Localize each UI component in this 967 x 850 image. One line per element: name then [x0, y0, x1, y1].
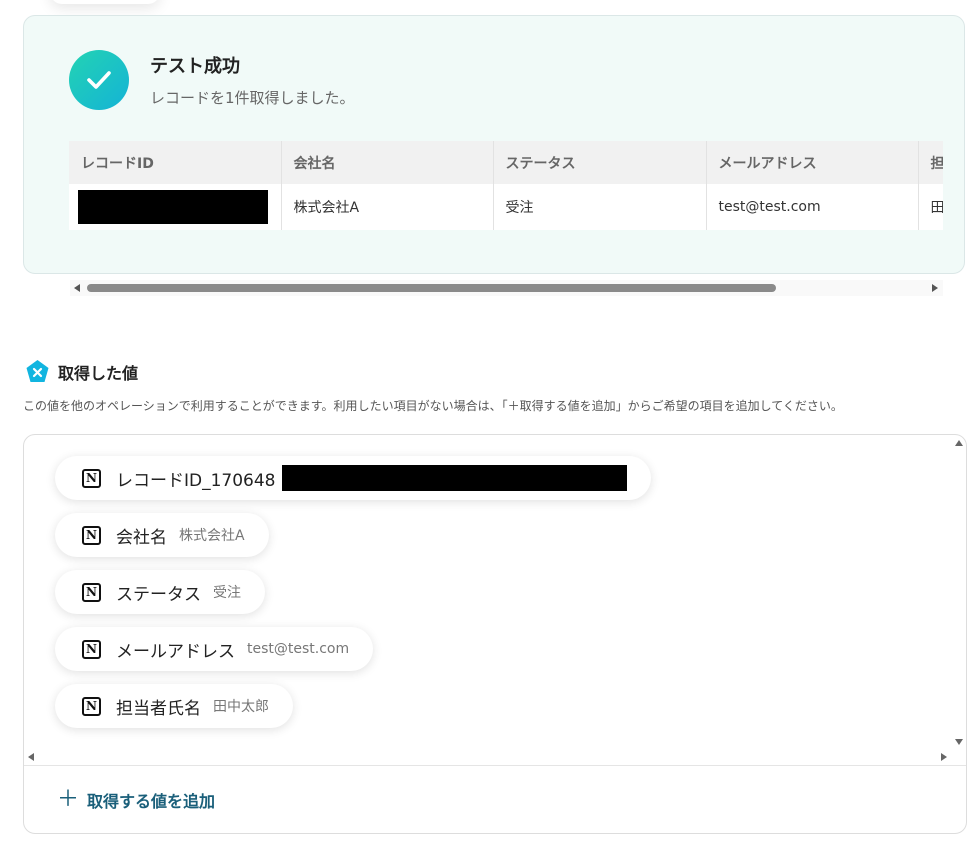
- table-header-row: レコードID 会社名 ステータス メールアドレス 担: [69, 141, 943, 184]
- notion-icon: N: [82, 582, 101, 602]
- scroll-left-arrow-icon[interactable]: [74, 284, 80, 292]
- scroll-left-arrow-icon[interactable]: [28, 753, 34, 761]
- add-value-label: 取得する値を追加: [87, 792, 216, 811]
- notion-icon: N: [82, 696, 101, 716]
- scroll-right-arrow-icon[interactable]: [932, 284, 938, 292]
- divider: [24, 765, 966, 766]
- value-preview: 受注: [213, 585, 241, 601]
- table-row: 株式会社A 受注 test@test.com 田: [69, 184, 943, 230]
- cell-company: 株式会社A: [281, 184, 494, 230]
- value-preview: 株式会社A: [179, 528, 245, 544]
- value-chip-status[interactable]: N ステータス 受注: [55, 570, 265, 614]
- test-result-card: テスト成功 レコードを1件取得しました。 レコードID 会社名 ステータス メー…: [23, 15, 965, 274]
- value-chip-company[interactable]: N 会社名 株式会社A: [55, 513, 269, 557]
- value-name: ステータス: [116, 584, 201, 605]
- column-header-email: メールアドレス: [706, 141, 919, 184]
- value-preview: 田中太郎: [213, 699, 269, 715]
- notion-icon: N: [82, 525, 101, 545]
- test-success-subtitle: レコードを1件取得しました。: [150, 89, 355, 107]
- value-name: レコードID_170648: [116, 470, 276, 491]
- value-chip-record-id[interactable]: N レコードID_170648: [55, 456, 651, 500]
- cell-partial: 田: [918, 184, 943, 230]
- scroll-down-arrow-icon[interactable]: [955, 739, 963, 745]
- value-preview: test@test.com: [247, 641, 350, 657]
- records-table-container: レコードID 会社名 ステータス メールアドレス 担 株式会社A 受注 test…: [69, 141, 943, 231]
- check-circle-icon: [69, 50, 129, 110]
- table-horizontal-scrollbar[interactable]: [70, 280, 943, 296]
- plus-icon: ＋: [57, 787, 80, 812]
- value-name: 担当者氏名: [116, 698, 201, 719]
- notion-icon: N: [82, 639, 101, 659]
- redacted-record-id: [78, 190, 268, 224]
- value-name: 会社名: [116, 527, 167, 548]
- add-value-button[interactable]: ＋ 取得する値を追加: [57, 787, 215, 813]
- previous-card-edge: [50, 0, 160, 4]
- column-header-company: 会社名: [281, 141, 494, 184]
- cell-status: 受注: [493, 184, 707, 230]
- column-header-status: ステータス: [493, 141, 707, 184]
- scrollbar-thumb[interactable]: [87, 284, 776, 292]
- values-card: N レコードID_170648 N 会社名 株式会社A N ステータス 受注 N…: [23, 434, 967, 834]
- cell-record-id: [69, 184, 282, 230]
- test-success-title: テスト成功: [150, 56, 240, 77]
- value-chip-email[interactable]: N メールアドレス test@test.com: [55, 627, 374, 671]
- redacted-value: [281, 465, 627, 491]
- column-header-record-id: レコードID: [69, 141, 282, 184]
- scroll-right-arrow-icon[interactable]: [941, 753, 947, 761]
- column-header-partial: 担: [918, 141, 943, 184]
- scroll-up-arrow-icon[interactable]: [955, 440, 963, 446]
- value-name: メールアドレス: [116, 641, 235, 662]
- value-chip-person[interactable]: N 担当者氏名 田中太郎: [55, 684, 293, 728]
- section-title: 取得した値: [58, 364, 139, 383]
- notion-icon: N: [82, 468, 101, 488]
- yoom-logo-icon: [25, 359, 50, 384]
- values-list: N レコードID_170648 N 会社名 株式会社A N ステータス 受注 N…: [24, 435, 966, 765]
- records-table: レコードID 会社名 ステータス メールアドレス 担 株式会社A 受注 test…: [69, 141, 943, 230]
- cell-email: test@test.com: [706, 184, 919, 230]
- section-description: この値を他のオペレーションで利用することができます。利用したい項目がない場合は、…: [23, 399, 843, 413]
